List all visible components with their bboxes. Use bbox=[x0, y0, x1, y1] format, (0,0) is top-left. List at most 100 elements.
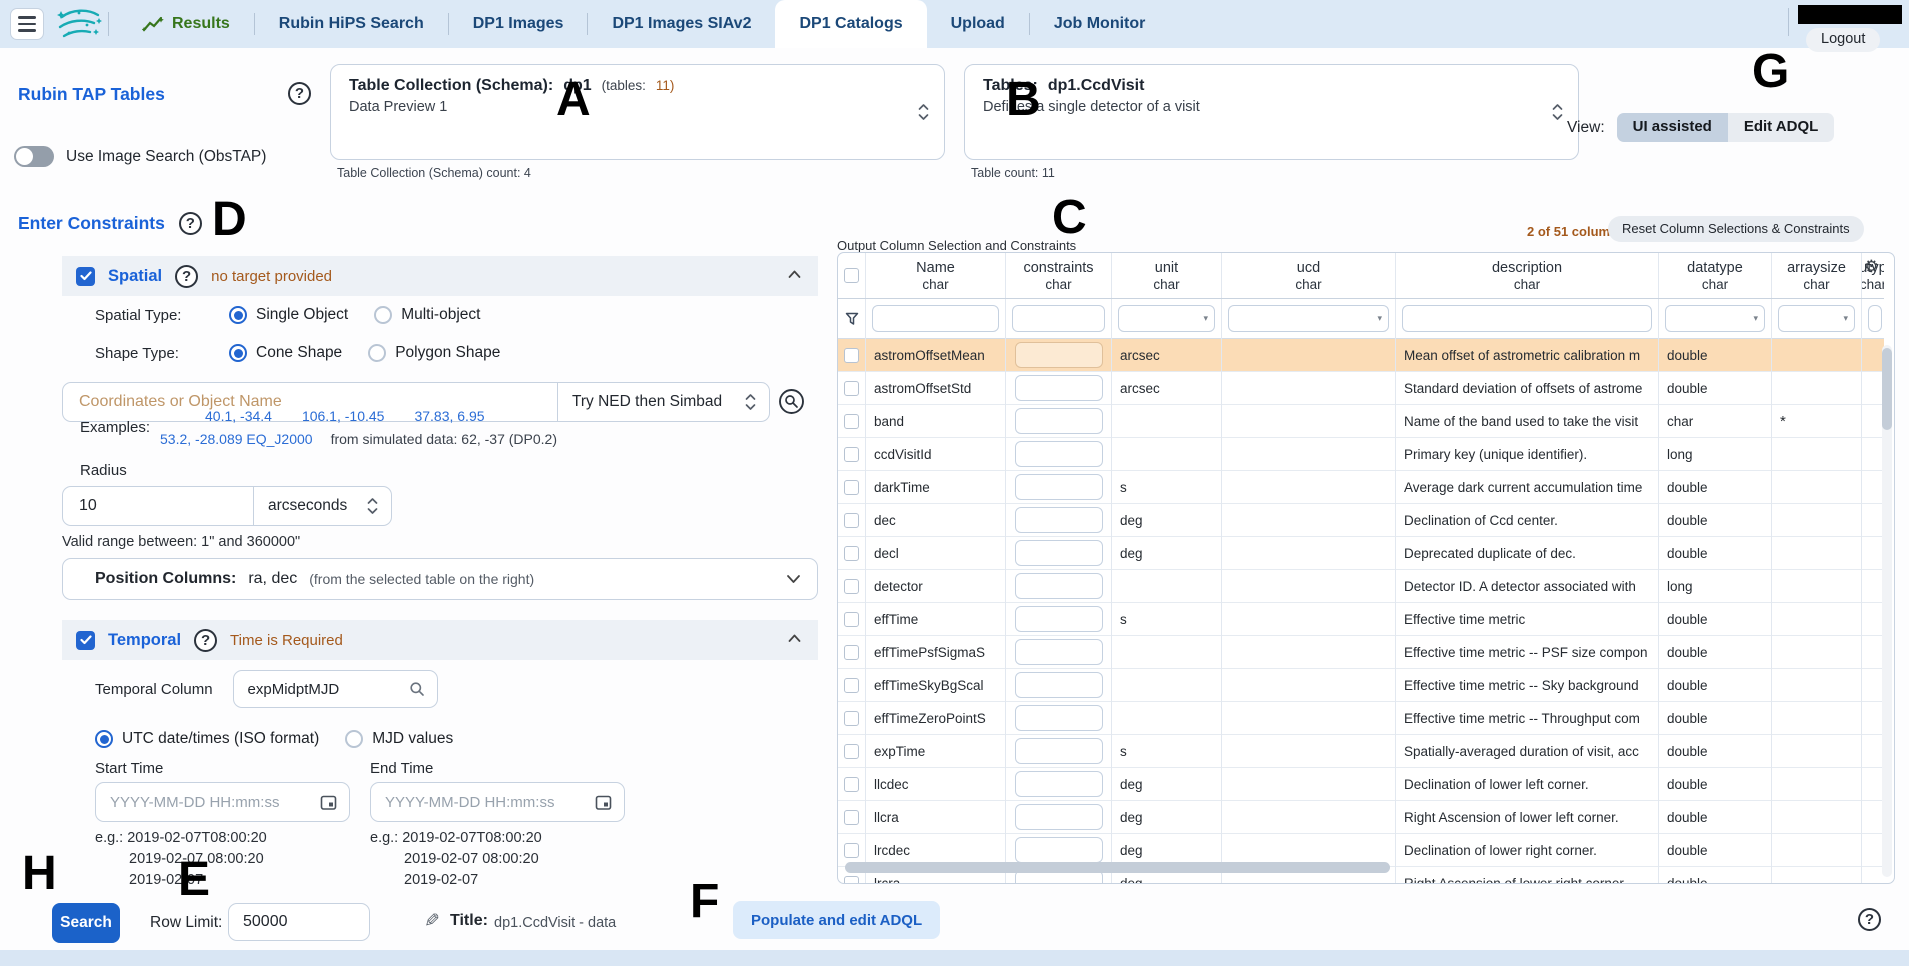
radius-input[interactable]: 10 bbox=[63, 497, 253, 515]
constraint-input[interactable] bbox=[1015, 672, 1103, 698]
radio-polygon-shape[interactable]: Polygon Shape bbox=[368, 344, 500, 362]
header-unit[interactable]: unitchar bbox=[1112, 253, 1222, 298]
constraint-input[interactable] bbox=[1015, 408, 1103, 434]
example-link[interactable]: 106.1, -10.45 bbox=[302, 408, 385, 424]
tap-tables-help-icon[interactable]: ? bbox=[288, 82, 311, 105]
tab-rubin-hips-search[interactable]: Rubin HiPS Search bbox=[255, 0, 448, 48]
table-row[interactable]: llcdec deg Declination of lower left cor… bbox=[838, 768, 1884, 801]
start-time-input[interactable]: YYYY-MM-DD HH:mm:ss bbox=[95, 782, 350, 822]
row-checkbox[interactable] bbox=[844, 480, 859, 495]
example-link[interactable]: 37.83, 6.95 bbox=[414, 408, 484, 424]
row-checkbox[interactable] bbox=[844, 612, 859, 627]
logout-button[interactable]: Logout bbox=[1806, 28, 1880, 52]
calendar-icon[interactable] bbox=[320, 794, 337, 811]
table-row[interactable]: expTime s Spatially-averaged duration of… bbox=[838, 735, 1884, 768]
tab-dp1-images-siav2[interactable]: DP1 Images SIAv2 bbox=[588, 0, 775, 48]
spatial-section-header[interactable]: Spatial ? no target provided bbox=[62, 256, 818, 296]
header-ucd[interactable]: ucdchar bbox=[1222, 253, 1396, 298]
row-checkbox[interactable] bbox=[844, 810, 859, 825]
row-checkbox[interactable] bbox=[844, 546, 859, 561]
radio-mjd-values[interactable]: MJD values bbox=[345, 730, 453, 748]
collapse-chevron-icon[interactable] bbox=[787, 632, 802, 644]
radius-unit-select[interactable]: arcseconds bbox=[253, 487, 391, 525]
row-checkbox[interactable] bbox=[844, 843, 859, 858]
table-row[interactable]: effTimeZeroPointS Effective time metric … bbox=[838, 702, 1884, 735]
select-all-checkbox[interactable] bbox=[844, 268, 859, 283]
constraint-input[interactable] bbox=[1015, 738, 1103, 764]
row-checkbox[interactable] bbox=[844, 414, 859, 429]
filter-input-utype[interactable] bbox=[1868, 305, 1882, 332]
constraint-input[interactable] bbox=[1015, 540, 1103, 566]
enter-constraints-help-icon[interactable]: ? bbox=[179, 212, 202, 235]
hamburger-menu-icon[interactable] bbox=[10, 8, 44, 40]
constraint-input[interactable] bbox=[1015, 573, 1103, 599]
radio-multi-object[interactable]: Multi-object bbox=[374, 306, 480, 324]
constraint-input[interactable] bbox=[1015, 705, 1103, 731]
tab-upload[interactable]: Upload bbox=[927, 0, 1029, 48]
constraint-input[interactable] bbox=[1015, 606, 1103, 632]
view-edit-adql-button[interactable]: Edit ADQL bbox=[1728, 113, 1834, 142]
header-name[interactable]: Namechar bbox=[866, 253, 1006, 298]
temporal-column-input[interactable]: expMidptMJD bbox=[233, 670, 438, 708]
search-button[interactable]: Search bbox=[52, 903, 120, 943]
table-select[interactable]: Tables: dp1.CcdVisit Defines a single de… bbox=[964, 64, 1579, 160]
row-checkbox[interactable] bbox=[844, 876, 859, 885]
spatial-help-icon[interactable]: ? bbox=[175, 265, 198, 288]
populate-adql-button[interactable]: Populate and edit ADQL bbox=[733, 901, 940, 939]
collapse-chevron-icon[interactable] bbox=[787, 268, 802, 280]
filter-funnel-icon[interactable] bbox=[845, 312, 859, 326]
filter-select-datatype[interactable]: ▾ bbox=[1665, 305, 1765, 332]
table-row[interactable]: band Name of the band used to take the v… bbox=[838, 405, 1884, 438]
table-row[interactable]: astromOffsetMean arcsec Mean offset of a… bbox=[838, 339, 1884, 372]
constraint-input[interactable] bbox=[1015, 771, 1103, 797]
table-row[interactable]: dec deg Declination of Ccd center. doubl… bbox=[838, 504, 1884, 537]
constraint-input[interactable] bbox=[1015, 507, 1103, 533]
table-options-gear-icon[interactable]: ⚙ bbox=[1864, 257, 1879, 277]
schema-select[interactable]: Table Collection (Schema): dp1 (tables: … bbox=[330, 64, 945, 160]
resolver-select[interactable]: Try NED then Simbad bbox=[557, 383, 769, 421]
horizontal-scrollbar[interactable] bbox=[845, 862, 1390, 873]
constraint-input[interactable] bbox=[1015, 441, 1103, 467]
table-row[interactable]: effTime s Effective time metric double bbox=[838, 603, 1884, 636]
spatial-checkbox[interactable] bbox=[76, 267, 95, 286]
page-help-icon[interactable]: ? bbox=[1858, 908, 1881, 931]
row-checkbox[interactable] bbox=[844, 447, 859, 462]
row-checkbox[interactable] bbox=[844, 513, 859, 528]
table-row[interactable]: effTimeSkyBgScal Effective time metric -… bbox=[838, 669, 1884, 702]
temporal-checkbox[interactable] bbox=[76, 631, 95, 650]
tab-results[interactable]: Results bbox=[118, 0, 254, 48]
table-row[interactable]: astromOffsetStd arcsec Standard deviatio… bbox=[838, 372, 1884, 405]
row-checkbox[interactable] bbox=[844, 645, 859, 660]
header-datatype[interactable]: datatypechar bbox=[1659, 253, 1772, 298]
radio-single-object[interactable]: Single Object bbox=[229, 306, 348, 324]
obstap-toggle[interactable] bbox=[14, 146, 54, 167]
row-checkbox[interactable] bbox=[844, 744, 859, 759]
header-constraints[interactable]: constraintschar bbox=[1006, 253, 1112, 298]
end-time-input[interactable]: YYYY-MM-DD HH:mm:ss bbox=[370, 782, 625, 822]
example-link[interactable]: 53.2, -28.089 EQ_J2000 bbox=[160, 431, 313, 447]
radio-utc-iso[interactable]: UTC date/times (ISO format) bbox=[95, 730, 319, 748]
tab-dp1-images[interactable]: DP1 Images bbox=[449, 0, 588, 48]
constraint-input[interactable] bbox=[1015, 837, 1103, 863]
calendar-icon[interactable] bbox=[595, 794, 612, 811]
position-columns-select[interactable]: Position Columns: ra, dec (from the sele… bbox=[62, 558, 818, 600]
edit-title-pencil-icon[interactable]: ✎ bbox=[424, 910, 440, 933]
row-checkbox[interactable] bbox=[844, 381, 859, 396]
filter-select-unit[interactable]: ▾ bbox=[1118, 305, 1215, 332]
filter-input-constraints[interactable] bbox=[1012, 305, 1105, 332]
filter-select-arraysize[interactable]: ▾ bbox=[1778, 305, 1855, 332]
table-row[interactable]: decl deg Deprecated duplicate of dec. do… bbox=[838, 537, 1884, 570]
reset-columns-button[interactable]: Reset Column Selections & Constraints bbox=[1608, 216, 1864, 242]
constraint-input[interactable] bbox=[1015, 342, 1103, 368]
constraint-input[interactable] bbox=[1015, 375, 1103, 401]
row-checkbox[interactable] bbox=[844, 711, 859, 726]
view-ui-assisted-button[interactable]: UI assisted bbox=[1617, 113, 1728, 142]
tab-dp1-catalogs[interactable]: DP1 Catalogs bbox=[775, 0, 926, 48]
header-arraysize[interactable]: arraysizechar bbox=[1772, 253, 1862, 298]
example-link[interactable]: 40.1, -34.4 bbox=[205, 408, 272, 424]
vertical-scrollbar-thumb[interactable] bbox=[1882, 348, 1892, 430]
row-checkbox[interactable] bbox=[844, 579, 859, 594]
table-row[interactable]: darkTime s Average dark current accumula… bbox=[838, 471, 1884, 504]
filter-input-description[interactable] bbox=[1402, 305, 1652, 332]
constraint-input[interactable] bbox=[1015, 804, 1103, 830]
